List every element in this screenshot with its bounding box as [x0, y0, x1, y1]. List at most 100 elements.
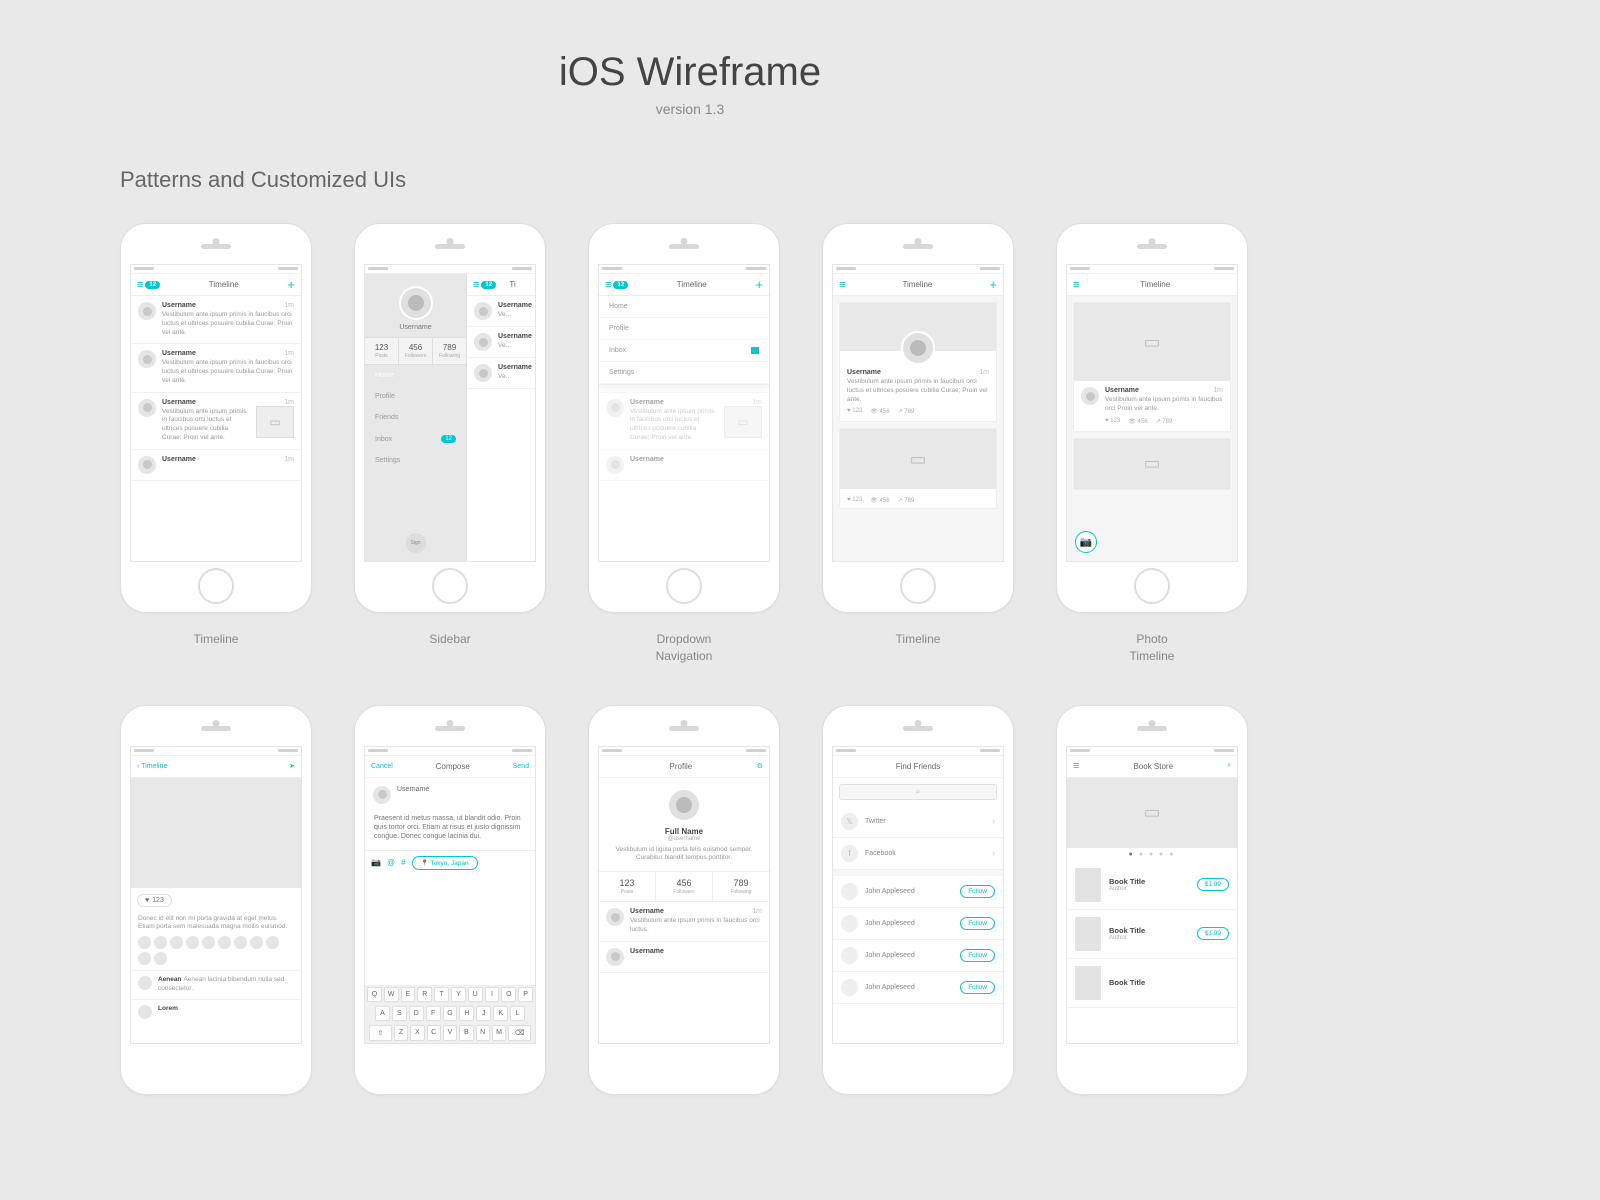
- card-item[interactable]: Username1m Vestibulum ante ipsum primis …: [839, 302, 997, 422]
- card-item[interactable]: ▭ ♥ 123👁 456↗ 789: [839, 428, 997, 509]
- avatar-icon: [667, 788, 701, 822]
- post-item[interactable]: Username1m Vestibulum ante ipsum primis …: [131, 344, 301, 392]
- share-button[interactable]: ➤: [289, 762, 295, 770]
- dropdown-item-profile[interactable]: Profile: [599, 318, 769, 340]
- chevron-right-icon: ›: [992, 848, 995, 858]
- friend-row: John Appleseed Follow: [833, 876, 1003, 908]
- dropdown-item-inbox[interactable]: Inbox12: [599, 340, 769, 362]
- stat-posts[interactable]: 123Posts: [599, 872, 656, 901]
- key[interactable]: X: [410, 1025, 424, 1041]
- book-row[interactable]: Book TitleAuthor $1.99: [1067, 861, 1237, 910]
- book-row[interactable]: Book Title: [1067, 959, 1237, 1008]
- photo-card[interactable]: ▭ Username1m Vestibulum ante ipsum primi…: [1073, 302, 1231, 432]
- camera-fab[interactable]: 📷: [1075, 531, 1097, 553]
- menu-button[interactable]: ≡: [1073, 760, 1079, 772]
- key[interactable]: T: [434, 987, 449, 1002]
- compose-textarea[interactable]: Praesent id metus massa, ut blandit odio…: [365, 814, 535, 850]
- follow-button[interactable]: Follow: [960, 981, 995, 994]
- key[interactable]: J: [476, 1006, 491, 1021]
- hero-image[interactable]: ▭: [1067, 778, 1237, 848]
- key[interactable]: H: [459, 1006, 474, 1021]
- key[interactable]: D: [409, 1006, 424, 1021]
- post-item[interactable]: Username1m Vestibulum ante ipsum primis …: [599, 902, 769, 942]
- caption: Timeline: [194, 631, 239, 648]
- cancel-button[interactable]: Cancel: [371, 763, 393, 770]
- key[interactable]: F: [426, 1006, 441, 1021]
- sidebar-item-profile[interactable]: Profile: [365, 386, 466, 407]
- key[interactable]: V: [443, 1025, 457, 1041]
- menu-button[interactable]: ≡12: [473, 279, 496, 291]
- compose-button[interactable]: +: [989, 278, 997, 291]
- menu-button[interactable]: ≡: [839, 279, 845, 291]
- key[interactable]: I: [485, 987, 500, 1002]
- key[interactable]: A: [375, 1006, 390, 1021]
- comment-item[interactable]: Aenean Aenean lacinia bibendum nulla sed…: [131, 970, 301, 999]
- key[interactable]: Q: [367, 987, 382, 1002]
- key[interactable]: R: [417, 987, 432, 1002]
- key[interactable]: Z: [394, 1025, 408, 1041]
- follow-button[interactable]: Follow: [960, 917, 995, 930]
- post-item[interactable]: Username1m Vestibulum ante ipsum primis …: [131, 296, 301, 344]
- sidebar-panel[interactable]: Username 123Posts 456Followers 789Follow…: [365, 274, 467, 561]
- like-badge[interactable]: ♥ 123: [137, 894, 172, 907]
- stat-followers[interactable]: 456Followers: [656, 872, 713, 901]
- dropdown-item-settings[interactable]: Settings: [599, 362, 769, 384]
- stat-following[interactable]: 789Following: [713, 872, 769, 901]
- search-icon[interactable]: ⌕: [1227, 762, 1231, 770]
- photo-card[interactable]: ▭: [1073, 438, 1231, 490]
- sidebar-item-settings[interactable]: Settings: [365, 450, 466, 471]
- key[interactable]: K: [493, 1006, 508, 1021]
- comment-item[interactable]: Lorem: [131, 999, 301, 1024]
- price-button[interactable]: $1.99: [1197, 878, 1229, 891]
- sign-button[interactable]: Sign: [406, 533, 426, 553]
- compose-button[interactable]: +: [755, 278, 763, 291]
- hero-image: [131, 778, 301, 888]
- key[interactable]: C: [427, 1025, 441, 1041]
- keyboard[interactable]: QWERTYUIOP ASDFGHJKL ⇧ZXCVBNM⌫: [365, 985, 535, 1043]
- follow-button[interactable]: Follow: [960, 885, 995, 898]
- key[interactable]: N: [476, 1025, 490, 1041]
- connect-facebook[interactable]: fFacebook ›: [833, 838, 1003, 870]
- key[interactable]: Y: [451, 987, 466, 1002]
- price-button[interactable]: $1.99: [1197, 927, 1229, 940]
- sidebar-item-inbox[interactable]: Inbox12: [365, 428, 466, 450]
- key[interactable]: O: [501, 987, 516, 1002]
- camera-icon[interactable]: 📷: [371, 858, 381, 867]
- hashtag-icon[interactable]: #: [401, 858, 405, 867]
- mention-icon[interactable]: @: [387, 858, 395, 867]
- avatar-icon: [901, 331, 935, 365]
- page-dots[interactable]: ● ● ● ● ●: [1067, 848, 1237, 861]
- settings-icon[interactable]: ⚙: [757, 762, 763, 770]
- key[interactable]: E: [401, 987, 416, 1002]
- send-button[interactable]: Send: [513, 763, 529, 770]
- search-input[interactable]: ⌕: [839, 784, 997, 800]
- post-item[interactable]: Username1m: [131, 450, 301, 481]
- phone-detail: ‹ Timeline ➤ ♥ 123 Donec id elit non mi …: [120, 705, 312, 1095]
- key[interactable]: L: [510, 1006, 525, 1021]
- nav-title: Timeline: [209, 280, 239, 289]
- key[interactable]: P: [518, 987, 533, 1002]
- follow-button[interactable]: Follow: [960, 949, 995, 962]
- post-item[interactable]: Username1m Vestibulum ante ipsum primis …: [131, 393, 301, 450]
- connect-twitter[interactable]: 𝕏Twitter ›: [833, 806, 1003, 838]
- book-row[interactable]: Book TitleAuthor $1.99: [1067, 910, 1237, 959]
- key[interactable]: M: [492, 1025, 506, 1041]
- location-pill[interactable]: 📍 Tokyo, Japan: [412, 856, 478, 870]
- phone-compose: Cancel Compose Send Username Praesent id…: [354, 705, 546, 1095]
- dropdown-item-home[interactable]: Home: [599, 296, 769, 318]
- sidebar-item-friends[interactable]: Friends: [365, 407, 466, 428]
- compose-button[interactable]: +: [287, 278, 295, 291]
- menu-button[interactable]: ≡12: [137, 279, 160, 291]
- page-version: version 1.3: [120, 101, 1260, 117]
- key[interactable]: S: [392, 1006, 407, 1021]
- menu-button[interactable]: ≡12: [605, 279, 628, 291]
- key[interactable]: U: [468, 987, 483, 1002]
- back-button[interactable]: ‹ Timeline: [137, 763, 167, 770]
- menu-button[interactable]: ≡: [1073, 279, 1079, 291]
- post-item[interactable]: Username: [599, 942, 769, 973]
- sidebar-item-home[interactable]: Home: [365, 365, 466, 386]
- key[interactable]: B: [459, 1025, 473, 1041]
- key[interactable]: G: [443, 1006, 458, 1021]
- key[interactable]: W: [384, 987, 399, 1002]
- avatar-icon: [138, 302, 156, 320]
